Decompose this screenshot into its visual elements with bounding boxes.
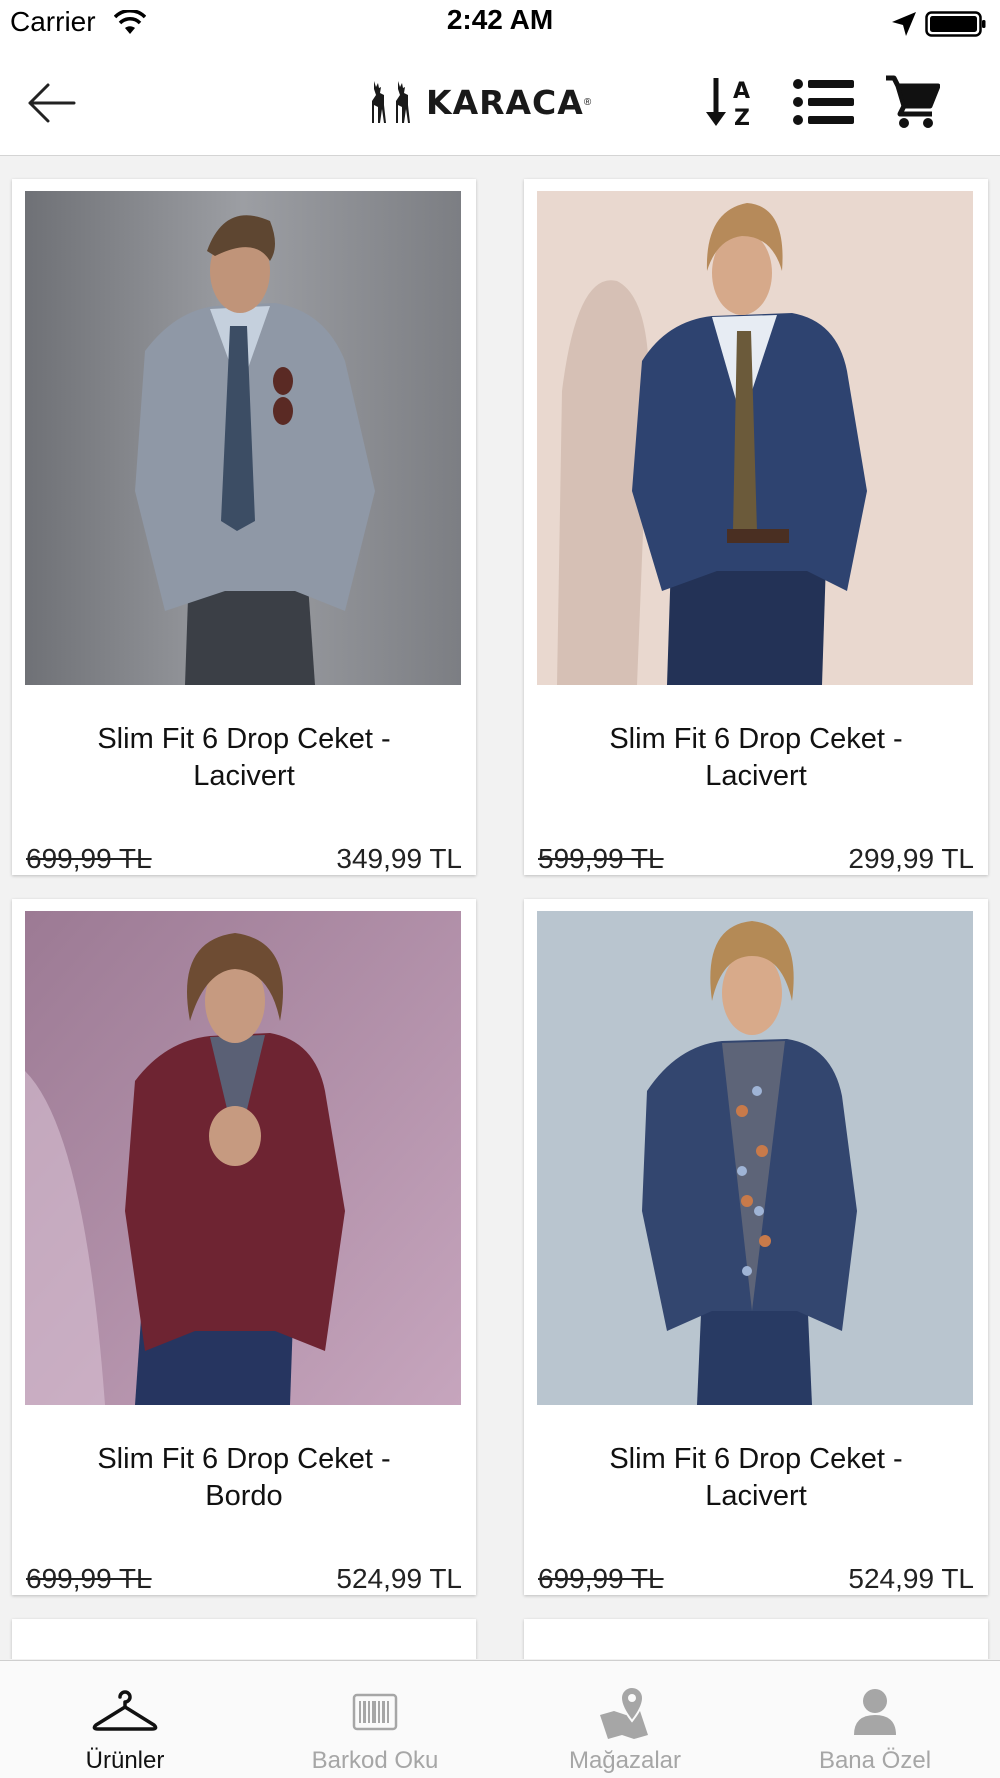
product-old-price: 699,99 TL [26, 1563, 152, 1594]
battery-icon [925, 11, 986, 37]
list-view-icon [793, 79, 854, 125]
svg-text:A: A [733, 79, 750, 104]
product-card[interactable] [12, 1619, 476, 1659]
product-card[interactable]: Slim Fit 6 Drop Ceket - Lacivert 699,99 … [524, 899, 988, 1595]
hanger-icon [92, 1690, 158, 1731]
logo-text: KARACA [426, 82, 584, 122]
deer-logo-icon [372, 81, 410, 123]
product-image [537, 191, 973, 685]
product-name: Slim Fit 6 Drop Ceket - Lacivert [609, 723, 903, 792]
tab-stores[interactable]: Mağazalar [500, 1661, 750, 1778]
back-arrow-icon [28, 83, 76, 123]
user-icon [854, 1689, 896, 1735]
product-old-price: 699,99 TL [538, 1563, 664, 1594]
product-image [537, 911, 973, 1405]
nav-bar: KARACA ® A Z [0, 46, 1000, 156]
product-image [25, 1631, 461, 1659]
brand-logo: KARACA ® [368, 76, 632, 128]
barcode-icon [352, 1693, 398, 1731]
product-image [25, 191, 461, 685]
product-image [25, 911, 461, 1405]
list-view-button[interactable] [792, 76, 856, 128]
product-grid: Slim Fit 6 Drop Ceket - Lacivert 699,99 … [0, 157, 1000, 1659]
product-image [537, 1631, 973, 1659]
product-card[interactable]: Slim Fit 6 Drop Ceket - Lacivert 699,99 … [12, 179, 476, 875]
cart-button[interactable] [884, 74, 941, 130]
product-price: 299,99 TL [848, 843, 974, 874]
logo-registered-mark: ® [583, 96, 592, 108]
cart-icon [886, 75, 941, 128]
product-price: 524,99 TL [848, 1563, 974, 1594]
product-card[interactable]: Slim Fit 6 Drop Ceket - Lacivert 599,99 … [524, 179, 988, 875]
sort-button[interactable]: A Z [704, 74, 758, 131]
product-price: 349,99 TL [336, 843, 462, 874]
product-old-price: 599,99 TL [538, 843, 664, 874]
svg-text:Z: Z [734, 106, 750, 130]
tab-label: Barkod Oku [311, 1747, 439, 1774]
map-pin-icon [600, 1685, 648, 1739]
status-time: 2:42 AM [446, 4, 554, 35]
back-button[interactable] [24, 78, 78, 128]
product-name: Slim Fit 6 Drop Ceket - Bordo [97, 1443, 391, 1512]
product-old-price: 699,99 TL [26, 843, 152, 874]
location-arrow-icon [892, 12, 916, 36]
tab-label: Mağazalar [568, 1747, 682, 1774]
tab-label: Ürünler [85, 1747, 165, 1774]
status-bar: Carrier 2:42 AM [0, 0, 1000, 46]
tab-products[interactable]: Ürünler [0, 1661, 250, 1778]
sort-az-icon: A Z [706, 78, 750, 131]
product-price: 524,99 TL [336, 1563, 462, 1594]
product-card[interactable]: Slim Fit 6 Drop Ceket - Bordo 699,99 TL … [12, 899, 476, 1595]
product-card[interactable] [524, 1619, 988, 1659]
product-name: Slim Fit 6 Drop Ceket - Lacivert [609, 1443, 903, 1512]
tab-label: Bana Özel [818, 1747, 932, 1774]
tab-bar: Ürünler Barkod Oku Mağazalar Bana Özel [0, 1660, 1000, 1778]
product-name: Slim Fit 6 Drop Ceket - Lacivert [97, 723, 391, 792]
tab-barcode[interactable]: Barkod Oku [250, 1661, 500, 1778]
tab-profile[interactable]: Bana Özel [750, 1661, 1000, 1778]
